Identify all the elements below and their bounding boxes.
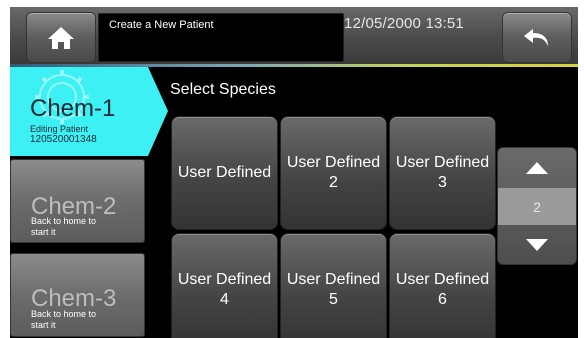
home-icon	[48, 26, 74, 49]
tab-chem-3-status: Back to home to	[31, 309, 97, 319]
tab-chem-2-status-2: start it	[31, 227, 56, 237]
screen: Create a New Patient 12/05/2000 13:51 Ch…	[10, 7, 578, 338]
tab-chem-1-label: Chem-1	[30, 95, 116, 122]
tab-chem-1[interactable]: Chem-1 Editing Patient 120520001348	[10, 67, 168, 156]
title-box: Create a New Patient	[98, 13, 344, 62]
datetime-display: 12/05/2000 13:51	[344, 15, 464, 32]
tab-chem-2-status: Back to home to	[31, 216, 97, 226]
species-number: 3	[438, 174, 447, 191]
tab-chem-2[interactable]: Chem-2 Back to home to start it	[10, 159, 145, 243]
scroll-down-button[interactable]	[498, 225, 576, 265]
tab-chem-3-status-2: start it	[31, 320, 56, 330]
species-label: User Defined	[286, 271, 381, 288]
species-button-6[interactable]: User Defined 6	[389, 233, 496, 338]
species-label: User Defined	[177, 271, 272, 288]
species-number: 4	[220, 291, 229, 308]
undo-arrow-icon	[524, 28, 548, 46]
species-button-1[interactable]: User Defined	[171, 116, 278, 230]
species-button-4[interactable]: User Defined 4	[171, 233, 278, 338]
select-species-heading: Select Species	[170, 81, 276, 98]
top-bar: Create a New Patient 12/05/2000 13:51	[10, 7, 578, 64]
triangle-up-icon	[526, 162, 548, 174]
triangle-down-icon	[526, 239, 548, 251]
species-label: User Defined	[286, 154, 381, 171]
species-label: User Defined	[395, 271, 490, 288]
scroll-up-button[interactable]	[498, 148, 576, 188]
species-number: 2	[329, 174, 338, 191]
species-button-2[interactable]: User Defined 2	[280, 116, 387, 230]
species-number: 6	[438, 291, 447, 308]
species-label: User Defined	[177, 164, 272, 181]
species-number: 5	[329, 291, 338, 308]
species-button-5[interactable]: User Defined 5	[280, 233, 387, 338]
home-button[interactable]	[26, 12, 96, 63]
back-button[interactable]	[502, 12, 572, 63]
page-scroller: 2	[497, 147, 577, 265]
tab-chem-3[interactable]: Chem-3 Back to home to start it	[10, 253, 145, 337]
page-number: 2	[498, 188, 576, 225]
tab-chem-1-patient-id: 120520001348	[30, 134, 97, 145]
species-label: User Defined	[395, 154, 490, 171]
species-button-3[interactable]: User Defined 3	[389, 116, 496, 230]
page-title: Create a New Patient	[109, 19, 214, 31]
